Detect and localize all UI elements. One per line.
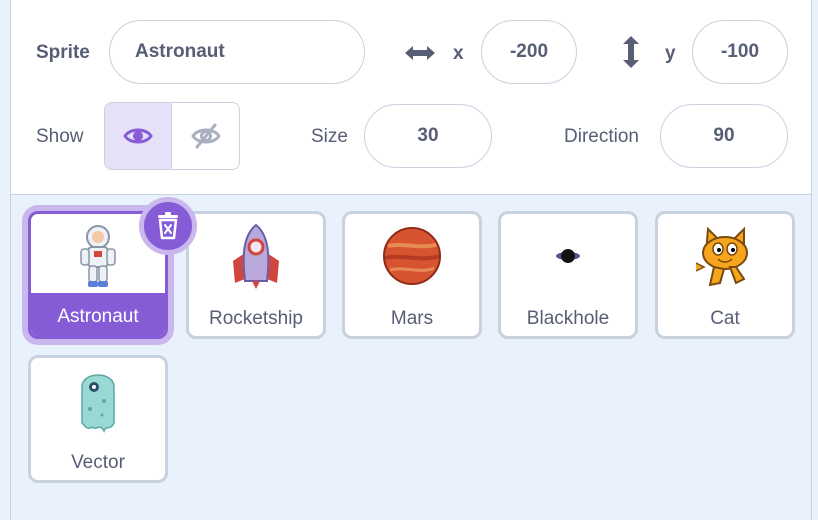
- sprite-name: Vector: [71, 452, 125, 473]
- show-toggle: [104, 102, 240, 170]
- size-input[interactable]: 30: [364, 104, 492, 168]
- blackhole-icon: [501, 214, 635, 298]
- sprite-tile-cat[interactable]: Cat: [655, 211, 795, 339]
- direction-label: Direction: [564, 126, 639, 147]
- show-label: Show: [36, 126, 84, 147]
- sprite-name: Astronaut: [57, 306, 139, 327]
- sprite-name: Blackhole: [526, 308, 610, 329]
- sprite-name: Rocketship: [209, 308, 303, 329]
- trash-icon: [158, 212, 178, 240]
- sprite-tile-vector[interactable]: Vector: [28, 355, 168, 483]
- rocketship-icon: [189, 214, 323, 298]
- x-input[interactable]: -200: [481, 20, 577, 84]
- direction-input[interactable]: 90: [660, 104, 788, 168]
- vertical-arrows-icon: [623, 36, 639, 68]
- y-input[interactable]: -100: [692, 20, 788, 84]
- eye-icon: [123, 128, 153, 144]
- sprite-tile-rocketship[interactable]: Rocketship: [186, 211, 326, 339]
- x-label: x: [453, 43, 464, 64]
- vector-icon: [31, 358, 165, 442]
- sprite-tile-mars[interactable]: Mars: [342, 211, 482, 339]
- horizontal-arrows-icon: [405, 46, 435, 60]
- sprite-info-panel: Sprite Astronaut x -200 y -100 Show Size…: [11, 0, 811, 195]
- size-label: Size: [311, 126, 348, 147]
- show-visible-button[interactable]: [105, 103, 172, 169]
- show-hidden-button[interactable]: [172, 103, 239, 169]
- cat-icon: [658, 214, 792, 298]
- sprite-pane: Sprite Astronaut x -200 y -100 Show Size…: [10, 0, 812, 520]
- eye-slash-icon: [190, 123, 221, 149]
- mars-icon: [345, 214, 479, 298]
- delete-sprite-button[interactable]: [139, 197, 197, 255]
- sprite-tile-blackhole[interactable]: Blackhole: [498, 211, 638, 339]
- sprite-name-input[interactable]: Astronaut: [109, 20, 365, 84]
- y-label: y: [665, 43, 676, 64]
- sprite-name: Cat: [710, 308, 740, 329]
- sprite-label: Sprite: [36, 42, 90, 63]
- sprite-name: Mars: [390, 308, 434, 329]
